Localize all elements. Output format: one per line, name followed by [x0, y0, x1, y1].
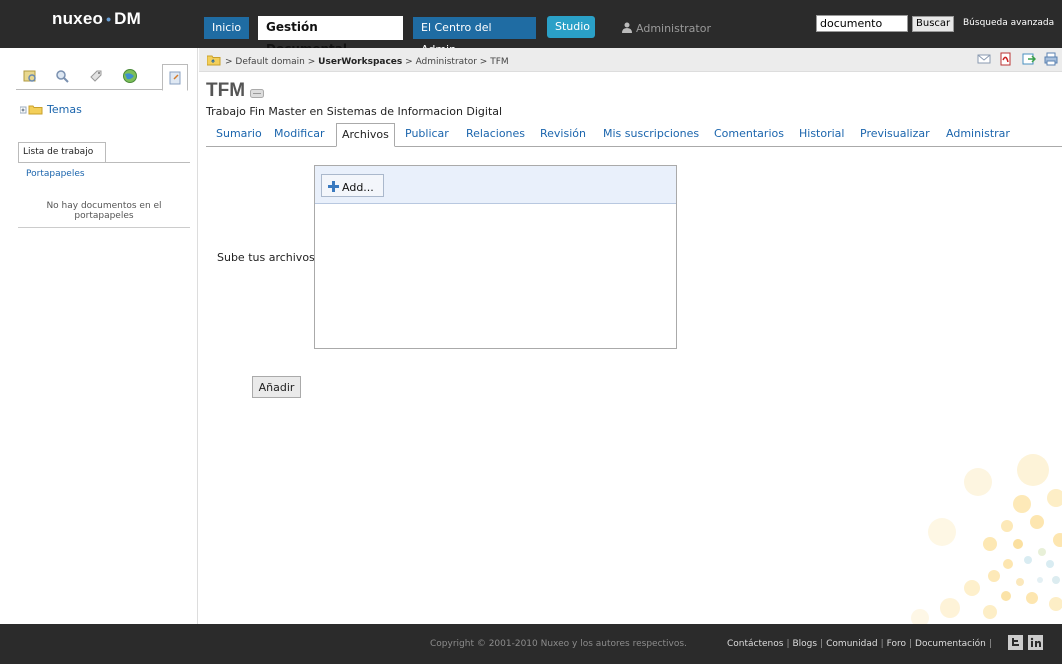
tab-modificar[interactable]: Modificar	[274, 127, 325, 140]
footer-link-docs[interactable]: Documentación	[915, 639, 986, 649]
globe-icon[interactable]	[122, 68, 140, 86]
breadcrumb-sep: >	[479, 57, 488, 67]
tree-item-temas[interactable]: Temas	[19, 103, 82, 116]
nuxeo-logo[interactable]: nuxeo • DM	[52, 9, 141, 29]
footer-link-forum[interactable]: Foro	[887, 639, 906, 649]
upload-toolbar: Add...	[315, 166, 676, 204]
footer-link-contact[interactable]: Contáctenos	[727, 639, 783, 649]
add-file-button[interactable]: Add...	[321, 174, 384, 197]
tree-item-label: Temas	[47, 103, 82, 116]
tab-administrar[interactable]: Administrar	[946, 127, 1010, 140]
breadcrumb-sep: >	[225, 57, 233, 67]
footer-separator: |	[988, 639, 992, 649]
tag-icon[interactable]	[88, 68, 106, 86]
top-bar: nuxeo•DM Inicio Gestión Documental El Ce…	[0, 0, 1062, 56]
upload-label: Sube tus archivos	[217, 251, 315, 264]
user-menu[interactable]: Administrator	[622, 22, 711, 35]
tab-comentarios[interactable]: Comentarios	[714, 127, 784, 140]
tab-previsualizar[interactable]: Previsualizar	[860, 127, 930, 140]
logo-separator: •	[106, 11, 112, 27]
footer-links: Contáctenos | Blogs | Comunidad | Foro | Documen…	[727, 639, 995, 649]
page-title: TFM	[206, 80, 246, 101]
tab-archivos[interactable]: Archivos	[336, 123, 395, 147]
linkedin-icon[interactable]	[1028, 635, 1043, 650]
advanced-search-link[interactable]: Búsqueda avanzada	[963, 18, 1054, 28]
search-icon[interactable]	[54, 68, 72, 86]
footer-link-blogs[interactable]: Blogs	[793, 639, 818, 649]
footer: Copyright © 2001-2010 Nuxeo y los autore…	[0, 624, 1062, 664]
clipboard-link[interactable]: Portapapeles	[26, 169, 85, 179]
plus-icon	[328, 181, 339, 192]
footer-link-community[interactable]: Comunidad	[826, 639, 877, 649]
tab-historial[interactable]: Historial	[799, 127, 844, 140]
print-icon[interactable]	[1044, 52, 1058, 66]
sidebar: Temas Lista de trabajo Portapapeles No h…	[0, 48, 198, 624]
footer-separator: |	[880, 639, 884, 649]
document-tabs: Sumario Modificar Archivos Publicar Rela…	[206, 123, 1062, 147]
footer-separator: |	[786, 639, 790, 649]
add-file-label: Add...	[342, 181, 374, 194]
tab-revision[interactable]: Revisión	[540, 127, 586, 140]
logo-main: nuxeo	[52, 9, 104, 28]
breadcrumb-item[interactable]: UserWorkspaces	[318, 57, 402, 67]
export-icon[interactable]	[1022, 52, 1036, 66]
tab-lista-de-trabajo[interactable]: Lista de trabajo	[18, 142, 106, 163]
nav-centro-admin[interactable]: El Centro del Admin	[413, 17, 536, 56]
document-type-icon	[250, 88, 264, 98]
folder-icon	[19, 105, 43, 115]
tab-mis-suscripciones[interactable]: Mis suscripciones	[603, 127, 699, 140]
tab-relaciones[interactable]: Relaciones	[466, 127, 525, 140]
breadcrumb-item[interactable]: Administrator	[416, 57, 477, 67]
sidebar-tabs	[16, 64, 188, 91]
breadcrumb-bar: > Default domain > UserWorkspaces > Admi…	[199, 48, 1062, 72]
breadcrumb-item[interactable]: TFM	[490, 57, 508, 67]
breadcrumb-sep: >	[405, 57, 413, 67]
search-input[interactable]	[816, 15, 908, 32]
nav-gestion-documental[interactable]: Gestión Documental	[258, 16, 403, 56]
footer-separator: |	[908, 639, 913, 649]
breadcrumb: > Default domain > UserWorkspaces > Admi…	[206, 54, 509, 69]
nav-inicio[interactable]: Inicio	[204, 17, 249, 39]
breadcrumb-item[interactable]: Default domain	[235, 57, 304, 67]
upload-dropzone[interactable]: Add...	[314, 165, 677, 349]
user-name: Administrator	[636, 22, 711, 35]
tab-sumario[interactable]: Sumario	[216, 127, 262, 140]
anadir-button[interactable]: Añadir	[252, 376, 301, 398]
search-button[interactable]: Buscar	[912, 16, 955, 32]
document-actions	[972, 52, 1059, 66]
email-icon[interactable]	[977, 52, 991, 66]
page: nuxeo•DM Inicio Gestión Documental El Ce…	[0, 0, 1062, 664]
user-icon	[622, 22, 632, 33]
clipboard-empty-message: No hay documentos en el portapapeles	[46, 201, 162, 221]
document-description: Trabajo Fin Master en Sistemas de Inform…	[206, 105, 503, 118]
worklist-panel: Portapapeles No hay documentos en el por…	[18, 163, 190, 228]
breadcrumb-sep: >	[307, 57, 316, 67]
decorative-dots	[911, 454, 1062, 624]
pdf-icon[interactable]	[999, 52, 1013, 66]
twitter-icon[interactable]	[1008, 635, 1023, 650]
logo-product: DM	[114, 9, 142, 28]
navigation-tree-icon[interactable]	[22, 68, 40, 86]
tab-publicar[interactable]: Publicar	[405, 127, 449, 140]
clipboard-icon[interactable]	[162, 64, 188, 91]
footer-separator: |	[820, 639, 824, 649]
copyright-text: Copyright © 2001-2010 Nuxeo y los autore…	[430, 639, 687, 649]
nav-studio[interactable]: Studio	[547, 16, 595, 38]
social-links	[1008, 635, 1048, 653]
up-folder-icon[interactable]	[206, 54, 221, 69]
